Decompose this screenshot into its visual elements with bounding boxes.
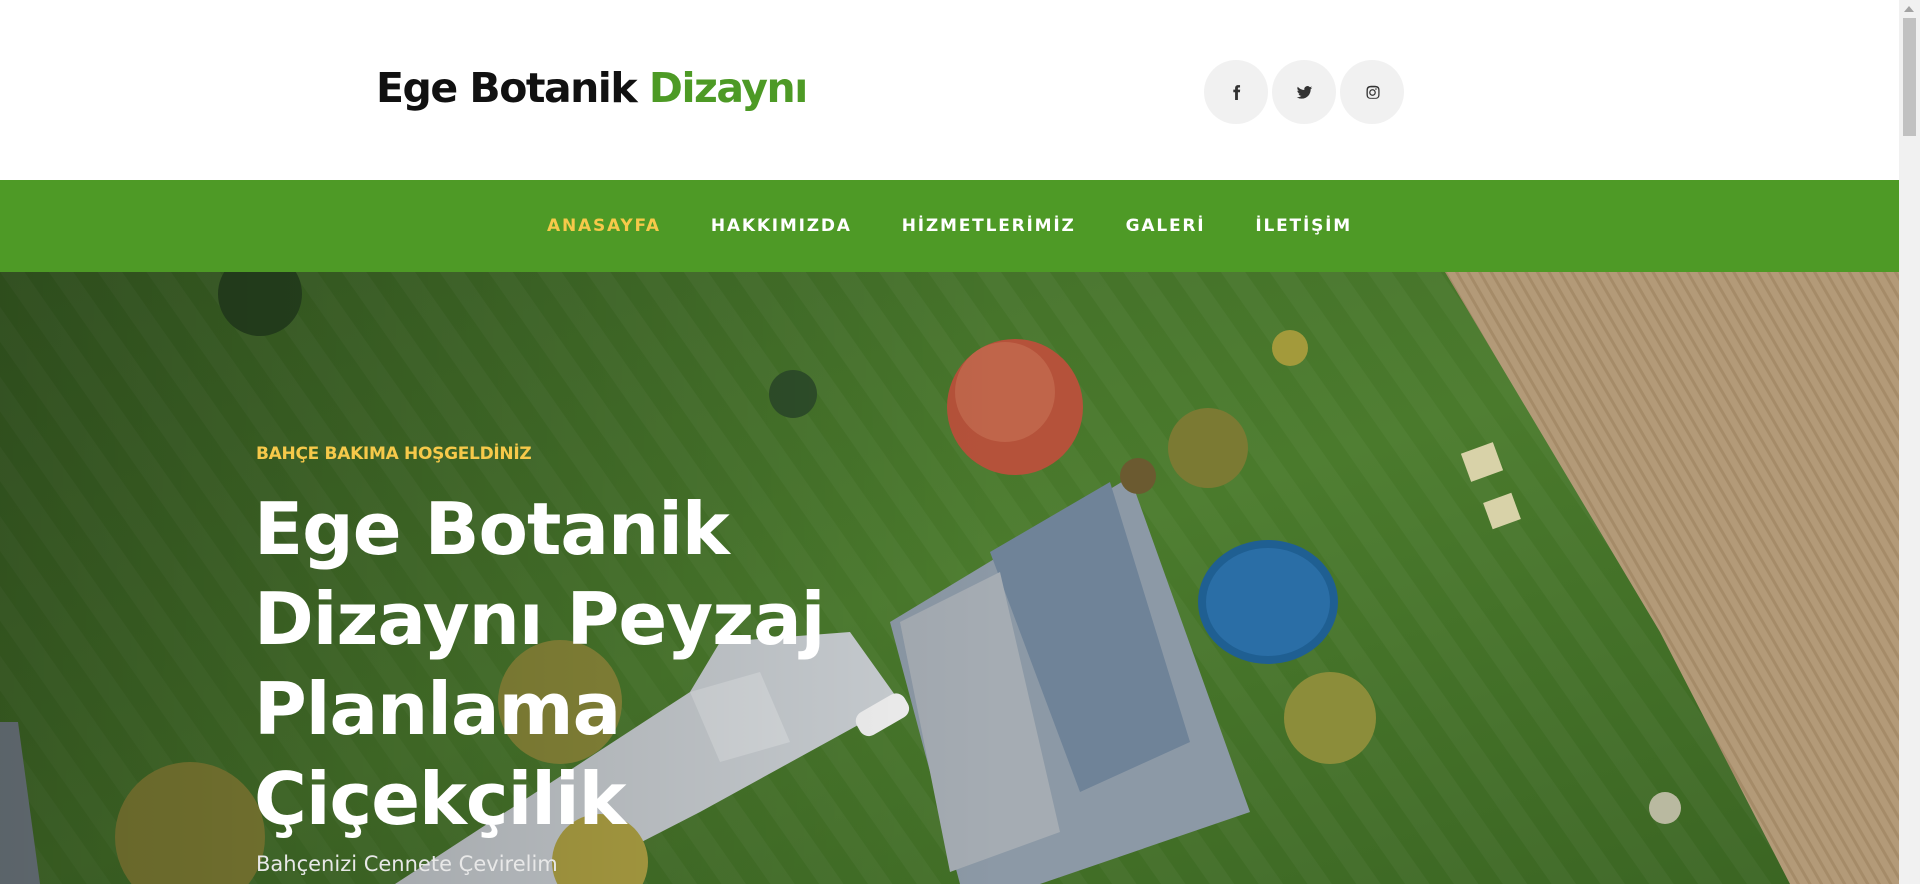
logo-text-accent: Dizaynı <box>648 64 808 112</box>
twitter-button[interactable] <box>1272 60 1336 124</box>
hero-eyebrow: BAHÇE BAKIMA HOŞGELDİNİZ <box>256 444 532 464</box>
facebook-icon <box>1232 84 1240 100</box>
nav-item-anasayfa[interactable]: ANASAYFA <box>522 216 686 236</box>
page-scrollbar[interactable] <box>1899 0 1920 884</box>
instagram-icon <box>1365 85 1380 99</box>
nav-item-hizmetlerimiz[interactable]: HİZMETLERİMİZ <box>877 216 1101 236</box>
hero-section: BAHÇE BAKIMA HOŞGELDİNİZ Ege Botanik Diz… <box>0 272 1899 884</box>
twitter-icon <box>1296 85 1312 99</box>
hero-headline: Ege Botanik Dizaynı Peyzaj Planlama Çiçe… <box>254 487 825 841</box>
hero-subtitle: Bahçenizi Cennete Çevirelim <box>256 852 558 876</box>
social-links <box>1204 60 1404 124</box>
nav-item-hakkimizda[interactable]: HAKKIMIZDA <box>686 216 877 236</box>
instagram-button[interactable] <box>1340 60 1404 124</box>
scrollbar-thumb[interactable] <box>1903 18 1916 136</box>
logo-text-primary: Ege Botanik <box>376 64 638 112</box>
main-navigation: ANASAYFA HAKKIMIZDA HİZMETLERİMİZ GALERİ… <box>0 180 1899 272</box>
facebook-button[interactable] <box>1204 60 1268 124</box>
site-header: Ege Botanik Dizaynı <box>0 0 1899 180</box>
site-logo[interactable]: Ege Botanik Dizaynı <box>376 62 808 114</box>
nav-item-galeri[interactable]: GALERİ <box>1101 216 1231 236</box>
scroll-up-arrow-icon[interactable] <box>1904 6 1914 12</box>
nav-item-iletisim[interactable]: İLETİŞİM <box>1230 216 1377 236</box>
